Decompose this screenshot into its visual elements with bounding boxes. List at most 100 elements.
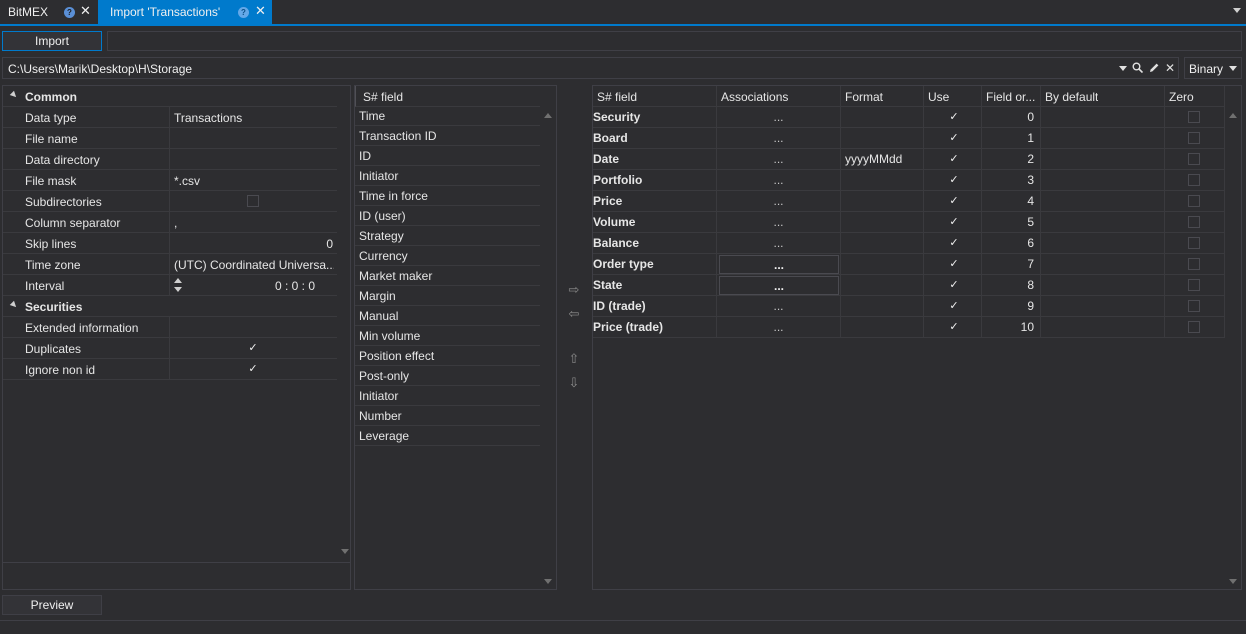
zero-checkbox[interactable] [1188,216,1200,228]
zero-cell[interactable] [1165,254,1225,275]
order-cell[interactable]: 4 [982,191,1041,212]
associations-cell[interactable]: ... [717,254,841,275]
format-cell[interactable] [841,317,924,338]
field-list-scrollbar[interactable] [541,107,555,589]
close-icon[interactable]: ✕ [80,4,91,18]
list-item[interactable]: Initiator [355,386,540,406]
column-header-zero[interactable]: Zero [1165,86,1225,107]
format-cell[interactable] [841,212,924,233]
property-file-mask[interactable]: File mask *.csv [3,170,337,191]
order-cell[interactable]: 6 [982,233,1041,254]
list-item[interactable]: Currency [355,246,540,266]
tab-overflow-icon[interactable] [1233,8,1241,13]
column-header-field[interactable]: S# field [593,86,717,107]
zero-cell[interactable] [1165,275,1225,296]
format-cell[interactable] [841,275,924,296]
table-row[interactable]: Price... ✓ 4 [593,191,1225,212]
associations-ellipsis[interactable]: ... [717,173,840,187]
order-cell[interactable]: 10 [982,317,1041,338]
property-file-name[interactable]: File name [3,128,337,149]
use-checkbox[interactable]: ✓ [948,216,960,228]
associations-cell[interactable]: ... [717,149,841,170]
default-cell[interactable] [1041,107,1165,128]
pencil-icon[interactable] [1148,62,1160,77]
table-row[interactable]: Portfolio... ✓ 3 [593,170,1225,191]
list-item[interactable]: ID [355,146,540,166]
associations-ellipsis[interactable]: ... [717,131,840,145]
list-item[interactable]: Transaction ID [355,126,540,146]
associations-button[interactable]: ... [719,276,839,295]
table-row[interactable]: ID (trade)... ✓ 9 [593,296,1225,317]
mapping-grid-scrollbar[interactable] [1226,107,1240,589]
zero-checkbox[interactable] [1188,132,1200,144]
table-row[interactable]: Order type... ✓ 7 [593,254,1225,275]
zero-checkbox[interactable] [1188,300,1200,312]
list-item[interactable]: Position effect [355,346,540,366]
tab-bitmex[interactable]: BitMEX ? ✕ [0,0,97,24]
close-icon[interactable]: ✕ [255,4,266,18]
property-column-separator[interactable]: Column separator , [3,212,337,233]
column-header-associations[interactable]: Associations [717,86,841,107]
property-data-directory[interactable]: Data directory [3,149,337,170]
default-cell[interactable] [1041,212,1165,233]
associations-cell[interactable]: ... [717,212,841,233]
property-duplicates[interactable]: Duplicates ✓ [3,338,337,359]
interval-value[interactable]: 0 : 0 : 0 [275,279,315,293]
use-checkbox[interactable]: ✓ [948,111,960,123]
storage-path-input[interactable]: C:\Users\Marik\Desktop\H\Storage ✕ [2,57,1179,79]
use-cell[interactable]: ✓ [924,212,982,233]
list-item[interactable]: Number [355,406,540,426]
import-button[interactable]: Import [2,31,102,51]
property-extended-information[interactable]: Extended information [3,317,337,338]
associations-ellipsis[interactable]: ... [717,152,840,166]
table-row[interactable]: Price (trade)... ✓ 10 [593,317,1225,338]
list-item[interactable]: Margin [355,286,540,306]
associations-cell[interactable]: ... [717,107,841,128]
move-down-button[interactable]: ⇩ [562,373,586,393]
format-select[interactable]: Binary [1184,57,1242,79]
tab-import-transactions[interactable]: Import 'Transactions' ? ✕ [98,0,272,24]
scroll-down-icon[interactable] [1229,579,1237,584]
property-value[interactable]: *.csv [174,174,200,188]
default-cell[interactable] [1041,128,1165,149]
list-item[interactable]: Leverage [355,426,540,446]
list-item[interactable]: Time [355,106,540,126]
spin-up-icon[interactable] [174,278,182,283]
list-item[interactable]: Manual [355,306,540,326]
zero-cell[interactable] [1165,107,1225,128]
format-cell[interactable] [841,170,924,191]
use-checkbox[interactable]: ✓ [948,258,960,270]
property-skip-lines[interactable]: Skip lines 0 [3,233,337,254]
zero-cell[interactable] [1165,170,1225,191]
left-scrollbar[interactable] [339,86,350,562]
order-cell[interactable]: 3 [982,170,1041,191]
ignore-non-id-checkbox[interactable]: ✓ [247,363,259,375]
list-item[interactable]: Post-only [355,366,540,386]
use-cell[interactable]: ✓ [924,317,982,338]
associations-cell[interactable]: ... [717,233,841,254]
duplicates-checkbox[interactable]: ✓ [247,342,259,354]
scroll-down-icon[interactable] [544,579,552,584]
default-cell[interactable] [1041,191,1165,212]
associations-cell[interactable]: ... [717,128,841,149]
associations-ellipsis[interactable]: ... [717,110,840,124]
associations-button[interactable]: ... [719,255,839,274]
zero-checkbox[interactable] [1188,321,1200,333]
default-cell[interactable] [1041,254,1165,275]
zero-checkbox[interactable] [1188,237,1200,249]
scroll-up-icon[interactable] [544,113,552,118]
table-row[interactable]: Security... ✓ 0 [593,107,1225,128]
use-cell[interactable]: ✓ [924,107,982,128]
use-checkbox[interactable]: ✓ [948,153,960,165]
list-item[interactable]: Market maker [355,266,540,286]
use-cell[interactable]: ✓ [924,275,982,296]
order-cell[interactable]: 2 [982,149,1041,170]
order-cell[interactable]: 1 [982,128,1041,149]
scroll-down-icon[interactable] [341,549,349,554]
table-row[interactable]: Balance... ✓ 6 [593,233,1225,254]
associations-cell[interactable]: ... [717,170,841,191]
list-item[interactable]: Time in force [355,186,540,206]
associations-cell[interactable]: ... [717,317,841,338]
use-cell[interactable]: ✓ [924,233,982,254]
order-cell[interactable]: 5 [982,212,1041,233]
